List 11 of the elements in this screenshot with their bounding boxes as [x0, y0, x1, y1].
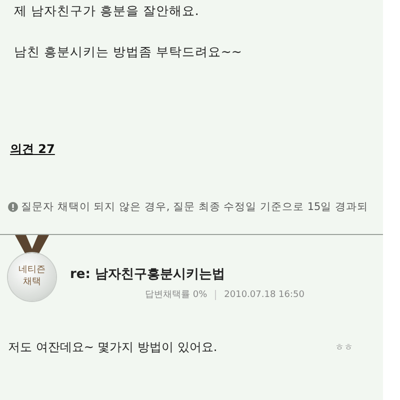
question-text: 남친 흥분시키는 방법좀 부탁드려요~~ [13, 44, 243, 61]
info-icon [8, 202, 18, 212]
notice-text: 질문자 채택이 되지 않은 경우, 질문 최종 수정일 기준으로 15일 경과되 [21, 200, 368, 214]
emoticon-text: ㅎㅎ [335, 342, 353, 354]
adoption-rate: 답변채택률 0% [145, 289, 208, 301]
answer-text: 저도 여잔데요~ 몇가지 방법이 있어요. [8, 339, 218, 356]
opinions-link[interactable]: 의견 27 [10, 141, 55, 158]
answer-title: re: 남자친구흥분시키는법 [70, 266, 226, 283]
question-text: 제 남자친구가 흥분을 잘안해요. [13, 3, 200, 20]
award-badge: 네티즌 채택 [8, 253, 56, 301]
answer-date: 2010.07.18 16:50 [224, 290, 304, 300]
